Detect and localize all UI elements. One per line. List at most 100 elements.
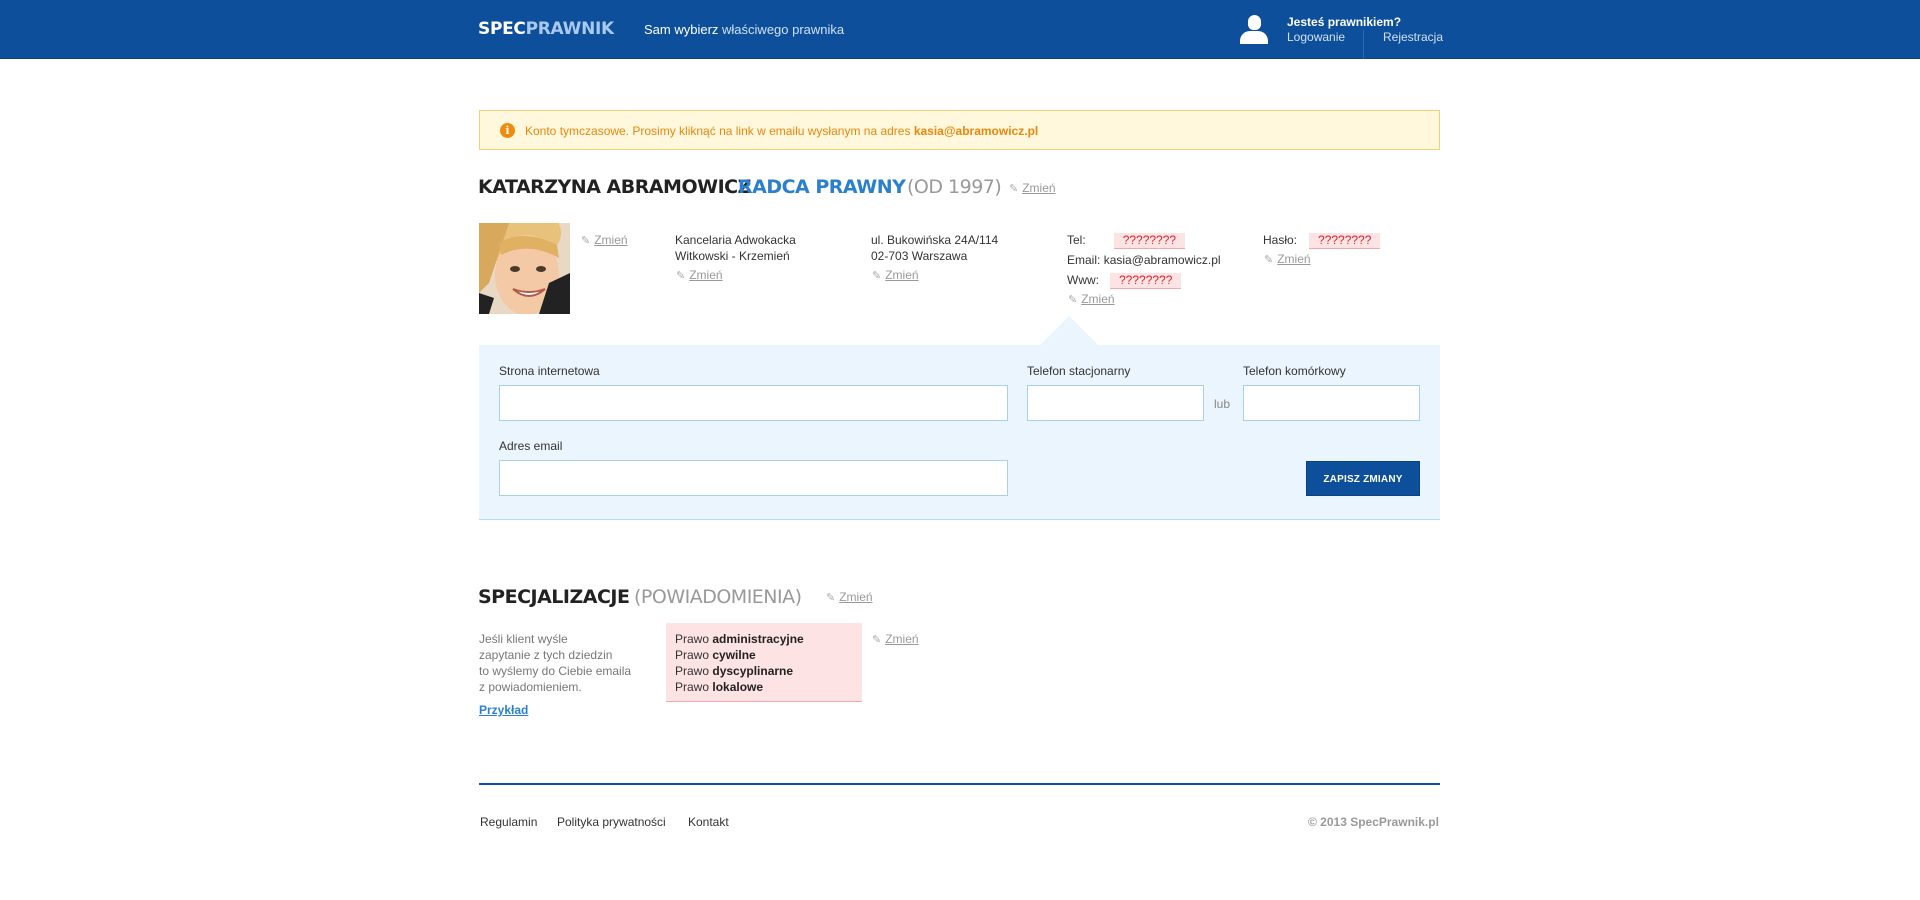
tagline: Sam wybierz właściwego prawnika	[644, 22, 844, 37]
edit-label: Zmień	[689, 268, 723, 282]
tel-row: Tel:????????	[1067, 232, 1221, 252]
info-icon: i	[500, 123, 515, 138]
alert-email: kasia@abramowicz.pl	[913, 124, 1039, 138]
edit-password-link[interactable]: ✎ Zmień	[1264, 252, 1311, 266]
edit-specializations-link[interactable]: ✎ Zmień	[826, 590, 873, 604]
tagline-rest: właściwego prawnika	[718, 22, 845, 37]
lawyer-title: RADCA PRAWNY	[738, 176, 906, 198]
avatar	[479, 223, 570, 314]
list-item: Prawo administracyjne	[675, 631, 853, 647]
tel-missing-value: ????????	[1113, 233, 1186, 249]
email-label: Email:	[1067, 253, 1101, 267]
pencil-icon: ✎	[1068, 294, 1078, 306]
edit-firm-link[interactable]: ✎ Zmień	[676, 268, 723, 282]
item-prefix: Prawo	[675, 632, 713, 646]
or-label: lub	[1214, 397, 1231, 411]
password-missing-value: ????????	[1309, 233, 1381, 249]
alert-message: Konto tymczasowe. Prosimy kliknąć na lin…	[525, 124, 1038, 138]
edit-label: Zmień	[839, 590, 873, 604]
pencil-icon: ✎	[872, 270, 882, 282]
logo-prawnik: PRAWNIK	[525, 19, 615, 39]
www-missing-value: ????????	[1110, 273, 1182, 289]
top-navigation-bar: SPECPRAWNIK Sam wybierz właściwego prawn…	[0, 0, 1920, 59]
edit-label: Zmień	[1277, 252, 1311, 266]
footer-link-privacy[interactable]: Polityka prywatności	[557, 815, 666, 829]
description-line: zapytanie z tych dziedzin	[479, 648, 613, 662]
landline-label: Telefon stacjonarny	[1027, 364, 1131, 378]
lawyer-name: KATARZYNA ABRAMOWICZ	[478, 176, 751, 198]
register-link[interactable]: Rejestracja	[1383, 30, 1443, 44]
item-name: dyscyplinarne	[712, 664, 794, 678]
lawyer-question: Jesteś prawnikiem?	[1287, 15, 1402, 29]
address-line-2: 02-703 Warszawa	[871, 249, 968, 263]
item-name: lokalowe	[712, 680, 764, 694]
pencil-icon: ✎	[676, 270, 686, 282]
logo[interactable]: SPECPRAWNIK	[478, 19, 614, 39]
footer-divider	[479, 783, 1440, 785]
footer-link-terms[interactable]: Regulamin	[480, 815, 537, 829]
email-label: Adres email	[499, 439, 563, 453]
www-row: Www:????????	[1067, 272, 1221, 292]
edit-label: Zmień	[594, 233, 628, 247]
specializations-description: Jeśli klient wyśle zapytanie z tych dzie…	[479, 631, 639, 695]
firm-name: Kancelaria Adwokacka Witkowski - Krzemie…	[675, 232, 796, 264]
logo-spec: SPEC	[478, 19, 526, 39]
edit-photo-link[interactable]: ✎ Zmień	[581, 233, 628, 247]
notifications-subheading: (POWIADOMIENIA)	[634, 586, 802, 608]
edit-specializations-list-link[interactable]: ✎ Zmień	[872, 632, 919, 646]
specializations-heading: SPECJALIZACJE	[478, 586, 630, 608]
firm-line-1: Kancelaria Adwokacka	[675, 233, 796, 247]
description-line: z powiadomieniem.	[479, 680, 582, 694]
item-prefix: Prawo	[675, 664, 713, 678]
login-link[interactable]: Logowanie	[1287, 30, 1345, 44]
edit-label: Zmień	[1081, 292, 1115, 306]
item-prefix: Prawo	[675, 648, 713, 662]
www-label: Www:	[1067, 273, 1099, 287]
email-input[interactable]	[499, 460, 1008, 496]
footer-link-contact[interactable]: Kontakt	[688, 815, 729, 829]
item-name: administracyjne	[712, 632, 804, 646]
edit-address-link[interactable]: ✎ Zmień	[872, 268, 919, 282]
item-prefix: Prawo	[675, 680, 713, 694]
panel-pointer	[1040, 316, 1098, 345]
landline-input[interactable]	[1027, 385, 1204, 421]
pencil-icon: ✎	[1264, 254, 1274, 266]
pencil-icon: ✎	[826, 592, 836, 604]
specializations-list: Prawo administracyjne Prawo cywilne Praw…	[666, 623, 862, 702]
description-line: to wyślemy do Ciebie emaila	[479, 664, 632, 678]
item-name: cywilne	[712, 648, 756, 662]
password-row: Hasło:????????	[1263, 232, 1381, 249]
save-changes-button[interactable]: ZAPISZ ZMIANY	[1306, 461, 1420, 496]
email-value: kasia@abramowicz.pl	[1103, 253, 1221, 267]
user-icon	[1240, 15, 1268, 45]
mobile-label: Telefon komórkowy	[1243, 364, 1346, 378]
address-line-1: ul. Bukowińska 24A/114	[871, 233, 999, 247]
practice-since: (OD 1997)	[907, 176, 1002, 198]
pencil-icon: ✎	[581, 235, 591, 247]
firm-line-2: Witkowski - Krzemień	[675, 249, 790, 263]
list-item: Prawo dyscyplinarne	[675, 663, 853, 679]
address: ul. Bukowińska 24A/114 02-703 Warszawa	[871, 232, 998, 264]
mobile-input[interactable]	[1243, 385, 1420, 421]
password-label: Hasło:	[1263, 233, 1298, 247]
example-link[interactable]: Przykład	[479, 703, 528, 717]
list-item: Prawo cywilne	[675, 647, 853, 663]
alert-text: Konto tymczasowe. Prosimy kliknąć na lin…	[525, 124, 914, 138]
website-input[interactable]	[499, 385, 1008, 421]
tel-label: Tel:	[1067, 233, 1086, 247]
contact-block: Tel:???????? Email: kasia@abramowicz.pl …	[1067, 232, 1221, 292]
edit-label: Zmień	[885, 268, 919, 282]
description-line: Jeśli klient wyśle	[479, 632, 568, 646]
tagline-bold: Sam wybierz	[644, 22, 719, 37]
edit-contact-link[interactable]: ✎ Zmień	[1068, 292, 1115, 306]
list-item: Prawo lokalowe	[675, 679, 853, 695]
edit-label: Zmień	[1022, 181, 1056, 195]
edit-name-link[interactable]: ✎ Zmień	[1009, 181, 1056, 195]
header-divider	[1363, 30, 1364, 59]
temporary-account-alert: i Konto tymczasowe. Prosimy kliknąć na l…	[479, 110, 1440, 150]
website-label: Strona internetowa	[499, 364, 600, 378]
pencil-icon: ✎	[872, 634, 882, 646]
edit-label: Zmień	[885, 632, 919, 646]
email-row: Email: kasia@abramowicz.pl	[1067, 252, 1221, 272]
copyright: © 2013 SpecPrawnik.pl	[1308, 815, 1439, 829]
